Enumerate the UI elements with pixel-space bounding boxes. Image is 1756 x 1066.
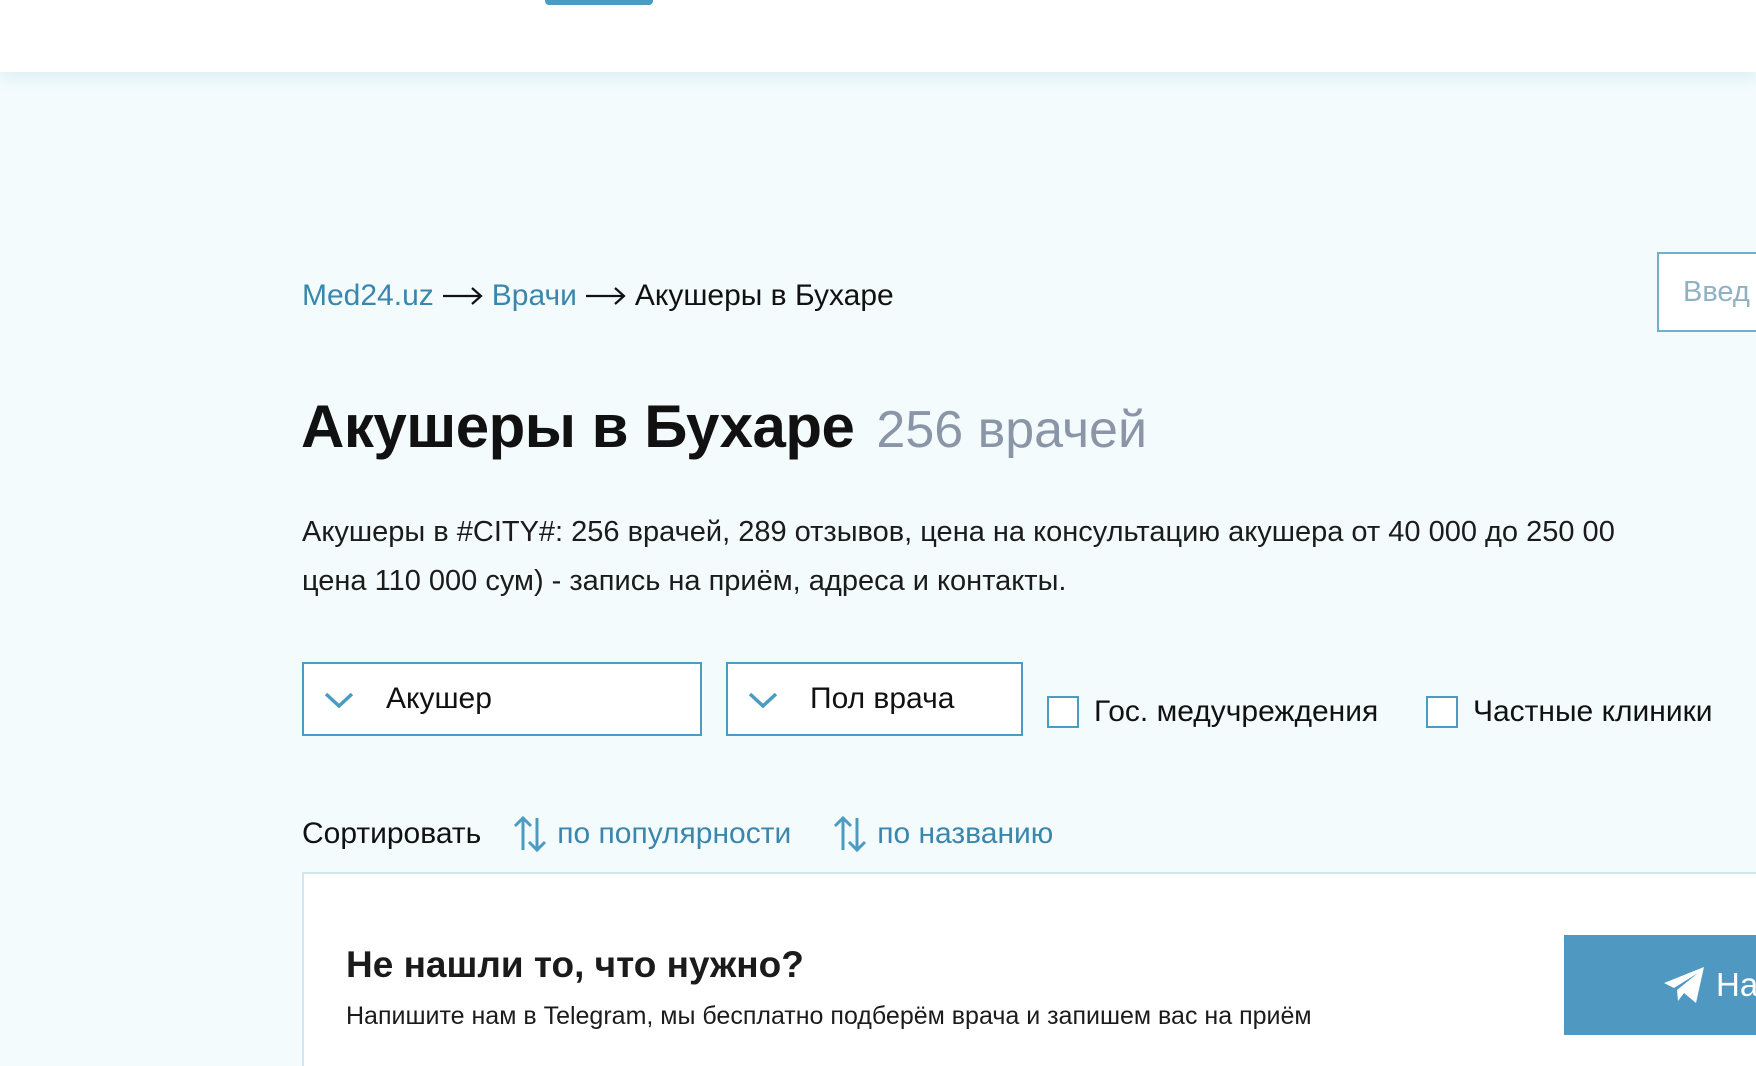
sort-label: Сортировать	[302, 817, 482, 850]
private-clinics-label: Частные клиники	[1473, 695, 1713, 728]
telegram-button-label: На	[1716, 966, 1756, 1003]
sort-by-popularity-label: по популярности	[557, 817, 792, 850]
arrow-right-icon	[585, 287, 626, 305]
private-clinics-checkbox[interactable]	[1426, 696, 1458, 728]
specialty-dropdown[interactable]: Акушер	[302, 662, 702, 736]
gov-clinics-label: Гос. медучреждения	[1094, 695, 1379, 728]
page-title: Акушеры в Бухаре	[301, 393, 855, 460]
title-row: Акушеры в Бухаре 256 врачей	[301, 392, 1147, 462]
search-field[interactable]	[1657, 252, 1756, 332]
page-description: Акушеры в #CITY#: 256 врачей, 289 отзыво…	[302, 508, 1756, 606]
breadcrumb-current: Акушеры в Бухаре	[634, 279, 894, 312]
private-clinics-filter[interactable]: Частные клиники	[1426, 690, 1713, 734]
sort-bar: Сортировать по популярности по названию	[302, 812, 1093, 856]
description-line: цена 110 000 сум) - запись на приём, адр…	[302, 565, 1067, 597]
chevron-down-icon	[748, 692, 778, 709]
description-line: Акушеры в #CITY#: 256 врачей, 289 отзыво…	[302, 516, 1615, 548]
breadcrumb-doctors-link[interactable]: Врачи	[492, 279, 577, 313]
telegram-write-button[interactable]: На	[1564, 935, 1756, 1035]
promo-title: Не нашли то, что нужно?	[346, 944, 804, 985]
sort-by-name[interactable]: по названию	[831, 814, 1053, 854]
gov-clinics-filter[interactable]: Гос. медучреждения	[1047, 690, 1378, 734]
sort-arrows-icon	[834, 815, 867, 853]
gender-dropdown[interactable]: Пол врача	[726, 662, 1023, 736]
telegram-plane-icon	[1664, 967, 1704, 1003]
gender-dropdown-value: Пол врача	[810, 682, 955, 715]
gov-clinics-checkbox[interactable]	[1047, 696, 1079, 728]
sort-by-popularity[interactable]: по популярности	[511, 814, 791, 854]
arrow-right-icon	[442, 287, 483, 305]
chevron-down-icon	[324, 692, 354, 709]
sort-by-name-label: по названию	[877, 817, 1054, 850]
breadcrumb-home-link[interactable]: Med24.uz	[302, 279, 434, 313]
breadcrumb: Med24.uz Врачи Акушеры в Бухаре	[302, 276, 894, 316]
specialty-dropdown-value: Акушер	[386, 682, 492, 715]
telegram-promo-card: Не нашли то, что нужно? Напишите нам в T…	[302, 872, 1756, 1066]
top-header	[0, 0, 1756, 72]
search-input[interactable]	[1683, 275, 1756, 309]
doctor-count: 256 врачей	[876, 401, 1148, 459]
promo-text: Напишите нам в Telegram, мы бесплатно по…	[346, 1002, 1312, 1030]
sort-arrows-icon	[514, 815, 547, 853]
header-active-indicator	[545, 0, 653, 5]
